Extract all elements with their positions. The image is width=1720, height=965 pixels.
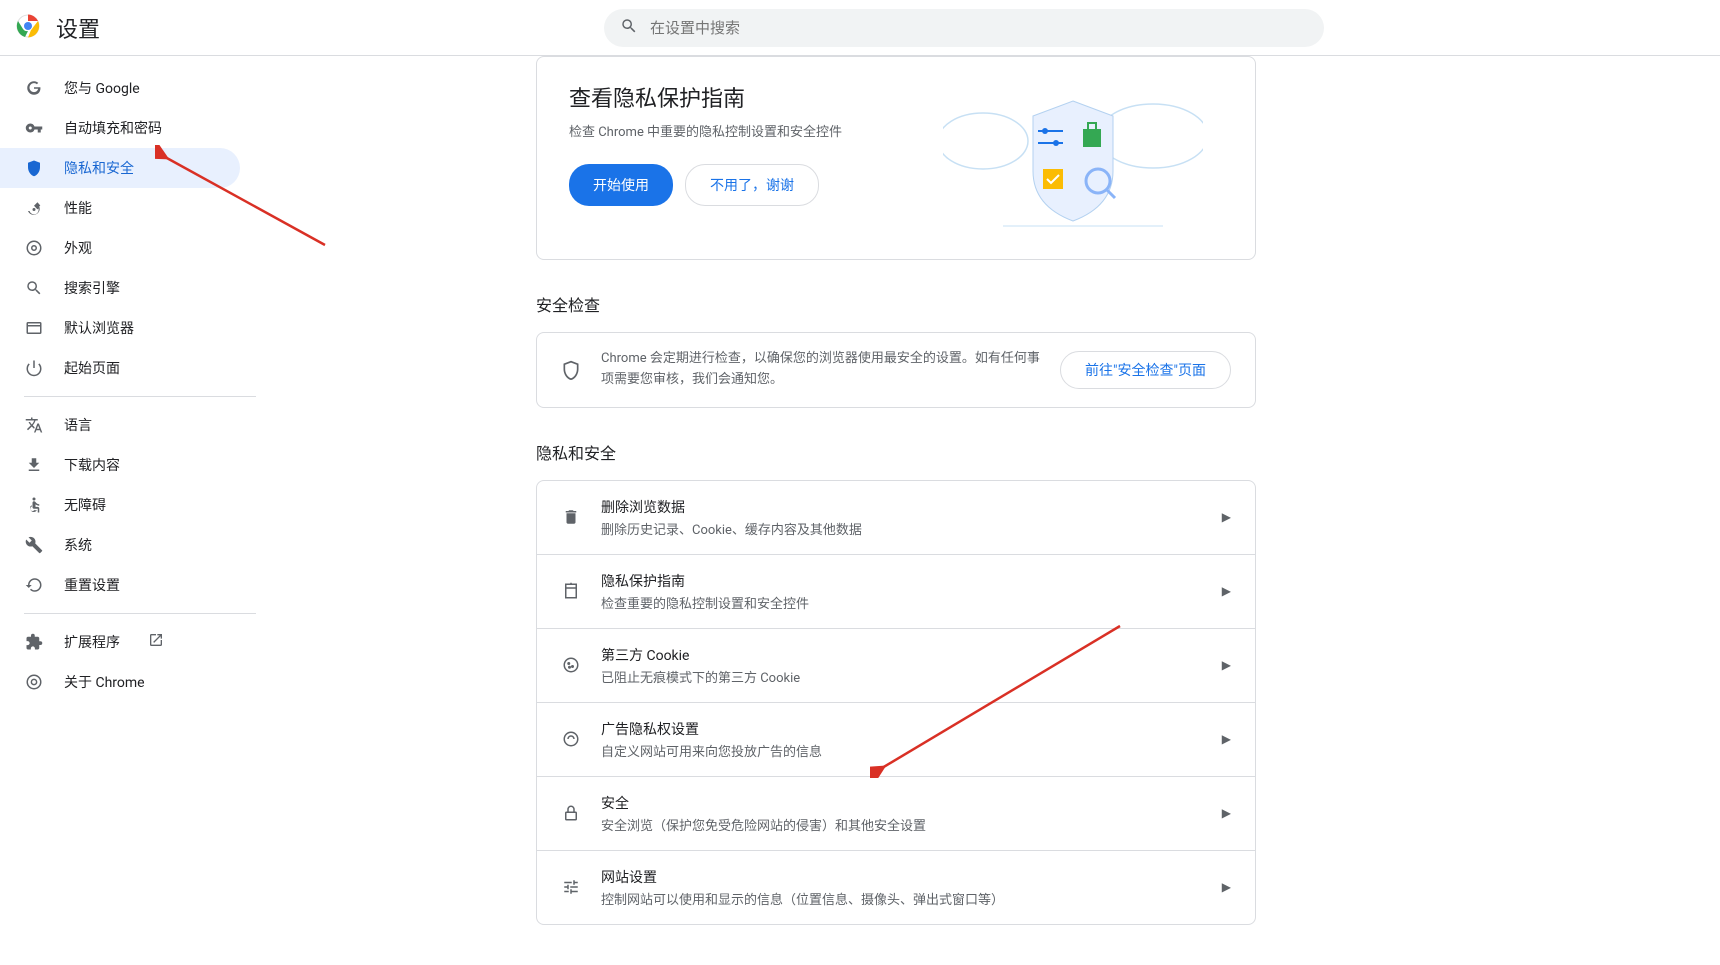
safety-check-card: Chrome 会定期进行检查，以确保您的浏览器使用最安全的设置。如有任何事项需要… [536, 332, 1256, 408]
search-box[interactable] [604, 9, 1324, 47]
cookie-icon [561, 655, 581, 675]
shield-icon [24, 158, 44, 178]
sidebar-item-autofill[interactable]: 自动填充和密码 [0, 108, 240, 148]
setting-row-cookies[interactable]: 第三方 Cookie已阻止无痕模式下的第三方 Cookie ▶ [537, 628, 1255, 702]
window-icon [24, 318, 44, 338]
page-title: 设置 [56, 12, 100, 44]
google-icon [24, 78, 44, 98]
download-icon [24, 455, 44, 475]
shield-icon [561, 360, 581, 380]
search-icon [24, 278, 44, 298]
sidebar-item-search[interactable]: 搜索引擎 [0, 268, 240, 308]
power-icon [24, 358, 44, 378]
setting-row-privacy-guide[interactable]: 隐私保护指南检查重要的隐私控制设置和安全控件 ▶ [537, 554, 1255, 628]
safety-check-text: Chrome 会定期进行检查，以确保您的浏览器使用最安全的设置。如有任何事项需要… [601, 349, 1040, 391]
guide-dismiss-button[interactable]: 不用了，谢谢 [685, 164, 819, 206]
guide-start-button[interactable]: 开始使用 [569, 164, 673, 206]
setting-row-site-settings[interactable]: 网站设置控制网站可以使用和显示的信息（位置信息、摄像头、弹出式窗口等） ▶ [537, 850, 1255, 924]
setting-row-security[interactable]: 安全安全浏览（保护您免受危险网站的侵害）和其他安全设置 ▶ [537, 776, 1255, 850]
chevron-right-icon: ▶ [1222, 510, 1231, 524]
sidebar-item-language[interactable]: 语言 [0, 405, 240, 445]
ads-icon [561, 729, 581, 749]
wrench-icon [24, 535, 44, 555]
privacy-guide-card: 查看隐私保护指南 检查 Chrome 中重要的隐私控制设置和安全控件 开始使用 … [536, 56, 1256, 260]
chevron-right-icon: ▶ [1222, 658, 1231, 672]
sidebar-item-accessibility[interactable]: 无障碍 [0, 485, 240, 525]
chrome-logo-icon [16, 14, 40, 42]
sidebar-item-about[interactable]: 关于 Chrome [0, 662, 240, 702]
sidebar-item-privacy[interactable]: 隐私和安全 [0, 148, 240, 188]
delete-icon [561, 507, 581, 527]
chevron-right-icon: ▶ [1222, 806, 1231, 820]
setting-row-clear-data[interactable]: 删除浏览数据删除历史记录、Cookie、缓存内容及其他数据 ▶ [537, 481, 1255, 554]
sidebar-item-reset[interactable]: 重置设置 [0, 565, 240, 605]
safety-check-heading: 安全检查 [536, 292, 1256, 316]
safety-check-button[interactable]: 前往"安全检查"页面 [1060, 351, 1231, 389]
key-icon [24, 118, 44, 138]
sidebar-item-system[interactable]: 系统 [0, 525, 240, 565]
restore-icon [24, 575, 44, 595]
sidebar-item-startup[interactable]: 起始页面 [0, 348, 240, 388]
tune-icon [561, 877, 581, 897]
speed-icon [24, 198, 44, 218]
chevron-right-icon: ▶ [1222, 880, 1231, 894]
chevron-right-icon: ▶ [1222, 732, 1231, 746]
guide-icon [561, 581, 581, 601]
extension-icon [24, 632, 44, 652]
accessibility-icon [24, 495, 44, 515]
sidebar-item-appearance[interactable]: 外观 [0, 228, 240, 268]
privacy-heading: 隐私和安全 [536, 440, 1256, 464]
chevron-right-icon: ▶ [1222, 584, 1231, 598]
sidebar-item-downloads[interactable]: 下载内容 [0, 445, 240, 485]
sidebar: 您与 Google 自动填充和密码 隐私和安全 性能 外观 搜索引擎 默认浏览器… [0, 56, 256, 965]
sidebar-item-extensions[interactable]: 扩展程序 [0, 622, 240, 662]
sidebar-item-google[interactable]: 您与 Google [0, 68, 240, 108]
search-icon [620, 17, 638, 39]
external-link-icon [148, 632, 164, 652]
chrome-icon [24, 672, 44, 692]
guide-subtitle: 检查 Chrome 中重要的隐私控制设置和安全控件 [569, 121, 943, 140]
privacy-settings-list: 删除浏览数据删除历史记录、Cookie、缓存内容及其他数据 ▶ 隐私保护指南检查… [536, 480, 1256, 925]
setting-row-ads[interactable]: 广告隐私权设置自定义网站可用来向您投放广告的信息 ▶ [537, 702, 1255, 776]
guide-illustration [943, 81, 1223, 235]
palette-icon [24, 238, 44, 258]
translate-icon [24, 415, 44, 435]
search-input[interactable] [650, 19, 1308, 37]
sidebar-item-browser[interactable]: 默认浏览器 [0, 308, 240, 348]
guide-title: 查看隐私保护指南 [569, 81, 943, 113]
sidebar-item-performance[interactable]: 性能 [0, 188, 240, 228]
lock-icon [561, 803, 581, 823]
